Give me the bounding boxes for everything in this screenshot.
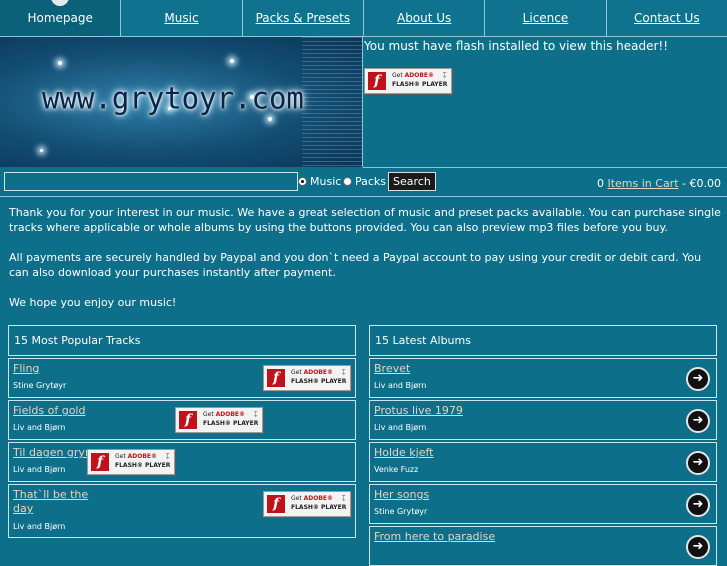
arrow-right-icon[interactable]: ➜ xyxy=(686,451,710,475)
album-row: Brevet Liv and Bjørn ➜ xyxy=(369,358,717,398)
nav-about-us: About Us xyxy=(363,0,486,37)
top-navigation: Homepage Music Packs & Presets About Us … xyxy=(0,0,727,37)
flash-required-message: You must have flash installed to view th… xyxy=(364,39,669,53)
cart-total: - €0.00 xyxy=(682,177,721,190)
track-artist: Liv and Bjørn xyxy=(13,423,66,432)
flash-player-icon: f xyxy=(91,453,109,471)
cart-summary: 0 Items in Cart - €0.00 xyxy=(597,177,721,190)
logo-text: www.grytoyr.com xyxy=(42,80,304,116)
radio-packs-label: Packs xyxy=(355,175,387,188)
radio-music[interactable] xyxy=(298,177,307,186)
sparkle-icon xyxy=(40,149,43,152)
download-arrow-icon: ↧ xyxy=(340,494,347,503)
album-artist: Liv and Bjørn xyxy=(374,423,427,432)
arrow-right-icon[interactable]: ➜ xyxy=(686,409,710,433)
arrow-right-icon[interactable]: ➜ xyxy=(686,367,710,391)
track-title-link[interactable]: Fields of gold xyxy=(13,404,85,418)
nav-about-us-link[interactable]: About Us xyxy=(397,11,451,25)
download-arrow-icon: ↧ xyxy=(441,71,448,80)
album-row: Protus live 1979 Liv and Bjørn ➜ xyxy=(369,400,717,440)
album-row: Holde kjeft Venke Fuzz ➜ xyxy=(369,442,717,482)
nav-music-link[interactable]: Music xyxy=(164,11,198,25)
get-flash-player-button[interactable]: f Get ADOBE® FLASH® PLAYER ↧ xyxy=(364,68,452,94)
nav-contact-us: Contact Us xyxy=(606,0,727,37)
flash-header-placeholder: You must have flash installed to view th… xyxy=(363,37,727,168)
sparkle-icon xyxy=(230,59,234,63)
search-input[interactable] xyxy=(4,172,298,191)
album-row: From here to paradise ➜ xyxy=(369,526,717,566)
download-arrow-icon: ↧ xyxy=(164,452,171,461)
decorative-streaks xyxy=(302,37,362,167)
track-title-link[interactable]: Til dagen gryr xyxy=(13,446,89,460)
cart-count: 0 xyxy=(596,177,604,190)
flash-player-icon: f xyxy=(267,369,285,387)
latest-albums-heading: 15 Latest Albums xyxy=(369,325,717,356)
track-artist: Liv and Bjørn xyxy=(13,522,66,531)
home-tab-icon xyxy=(51,0,70,6)
nav-homepage-label: Homepage xyxy=(27,11,93,25)
get-flash-player-button[interactable]: f Get ADOBE® FLASH® PLAYER ↧ xyxy=(175,407,263,433)
get-flash-player-button[interactable]: f Get ADOBE® FLASH® PLAYER ↧ xyxy=(263,491,351,517)
intro-paragraph: Thank you for your interest in our music… xyxy=(9,206,721,234)
popular-tracks-panel: 15 Most Popular Tracks Fling Stine Grytø… xyxy=(8,325,356,538)
album-artist: Liv and Bjørn xyxy=(374,381,427,390)
album-title-link[interactable]: Holde kjeft xyxy=(374,446,434,460)
track-row: That`ll be the day Liv and Bjørn f Get A… xyxy=(8,484,356,538)
album-artist: Venke Fuzz xyxy=(374,465,419,474)
flash-player-icon: f xyxy=(368,72,386,90)
nav-packs-presets: Packs & Presets xyxy=(242,0,364,37)
get-flash-player-button[interactable]: f Get ADOBE® FLASH® PLAYER ↧ xyxy=(87,449,175,475)
nav-music: Music xyxy=(121,0,243,37)
radio-packs[interactable] xyxy=(343,177,352,186)
track-title-link[interactable]: That`ll be the day xyxy=(13,488,93,516)
intro-paragraph: We hope you enjoy our music! xyxy=(9,296,177,309)
download-arrow-icon: ↧ xyxy=(252,410,259,419)
cart-link[interactable]: Items in Cart xyxy=(607,177,678,190)
album-title-link[interactable]: Protus live 1979 xyxy=(374,404,463,418)
album-title-link[interactable]: From here to paradise xyxy=(374,530,495,544)
sparkle-icon xyxy=(268,117,272,121)
intro-text: Thank you for your interest in our music… xyxy=(9,205,721,325)
search-bar: Music Packs Search 0 Items in Cart - €0.… xyxy=(0,168,727,197)
download-arrow-icon: ↧ xyxy=(340,368,347,377)
arrow-right-icon[interactable]: ➜ xyxy=(686,493,710,517)
nav-packs-presets-link[interactable]: Packs & Presets xyxy=(256,11,351,25)
nav-homepage[interactable]: Homepage xyxy=(0,0,122,37)
flash-player-icon: f xyxy=(179,411,197,429)
intro-paragraph: All payments are securely handled by Pay… xyxy=(9,251,702,279)
nav-licence-link[interactable]: Licence xyxy=(523,11,569,25)
flash-player-icon: f xyxy=(267,495,285,513)
radio-music-label: Music xyxy=(310,175,342,188)
search-button[interactable]: Search xyxy=(388,172,436,191)
sparkle-icon xyxy=(58,61,62,65)
site-logo-banner[interactable]: www.grytoyr.com xyxy=(0,37,363,167)
track-row: Fields of gold Liv and Bjørn f Get ADOBE… xyxy=(8,400,356,440)
get-flash-player-button[interactable]: f Get ADOBE® FLASH® PLAYER ↧ xyxy=(263,365,351,391)
track-row: Fling Stine Grytøyr f Get ADOBE® FLASH® … xyxy=(8,358,356,398)
track-title-link[interactable]: Fling xyxy=(13,362,39,376)
popular-tracks-heading: 15 Most Popular Tracks xyxy=(8,325,356,356)
album-title-link[interactable]: Her songs xyxy=(374,488,429,502)
latest-albums-panel: 15 Latest Albums Brevet Liv and Bjørn ➜ … xyxy=(369,325,717,566)
nav-licence: Licence xyxy=(485,0,607,37)
arrow-right-icon[interactable]: ➜ xyxy=(686,535,710,559)
album-title-link[interactable]: Brevet xyxy=(374,362,410,376)
nav-contact-us-link[interactable]: Contact Us xyxy=(634,11,700,25)
track-row: Til dagen gryr Liv and Bjørn f Get ADOBE… xyxy=(8,442,356,482)
album-artist: Stine Grytøyr xyxy=(374,507,428,516)
track-artist: Liv and Bjørn xyxy=(13,465,66,474)
album-row: Her songs Stine Grytøyr ➜ xyxy=(369,484,717,524)
track-artist: Stine Grytøyr xyxy=(13,381,67,390)
